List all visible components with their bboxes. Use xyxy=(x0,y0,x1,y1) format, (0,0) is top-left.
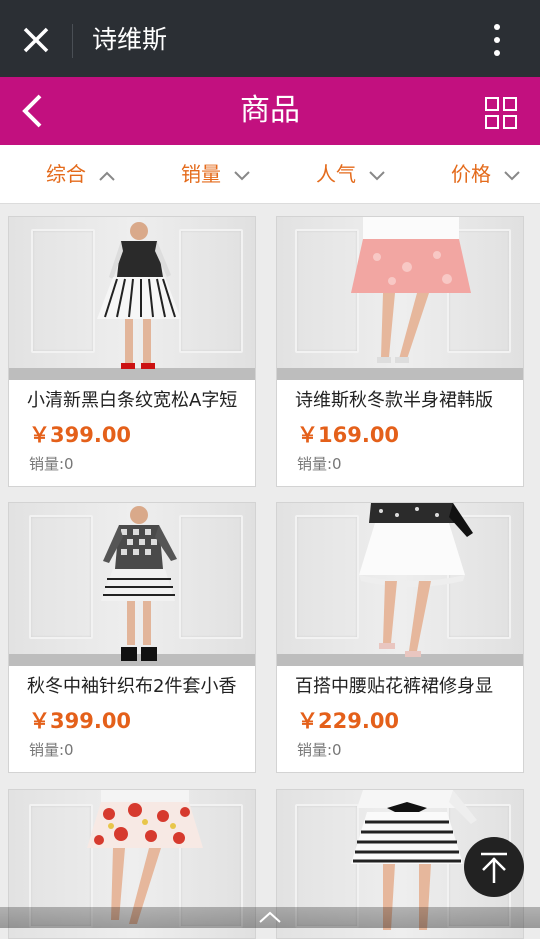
product-name[interactable]: 百搭中腰贴花裤裙修身显 xyxy=(295,673,517,701)
dress-photo xyxy=(101,506,177,661)
sort-tab-sales[interactable]: 销量 xyxy=(181,145,251,203)
product-name[interactable]: 小清新黑白条纹宽松A字短 xyxy=(27,387,249,415)
product-image[interactable] xyxy=(9,217,255,380)
sort-tab-popularity[interactable]: 人气 xyxy=(316,145,386,203)
skirt-photo xyxy=(359,503,473,657)
sort-tab-comprehensive[interactable]: 综合 xyxy=(46,145,116,203)
sort-tab-label: 价格 xyxy=(451,162,491,186)
back-arrow-icon[interactable] xyxy=(18,93,48,129)
close-icon[interactable] xyxy=(18,22,54,58)
product-name[interactable]: 诗维斯秋冬款半身裙韩版 xyxy=(295,387,517,415)
grid-view-icon[interactable] xyxy=(484,96,518,130)
skirt-photo xyxy=(351,217,471,363)
sort-tab-label: 人气 xyxy=(316,162,356,186)
chevron-up-icon xyxy=(259,911,281,923)
product-price: ￥399.00 xyxy=(29,709,132,733)
bottom-pull-handle[interactable] xyxy=(0,907,540,928)
more-options-icon[interactable] xyxy=(484,22,510,58)
chevron-down-icon xyxy=(369,170,385,180)
page-title: 商品 xyxy=(240,93,300,128)
chevron-up-icon xyxy=(99,171,115,181)
product-price: ￥229.00 xyxy=(297,709,400,733)
sort-bar: 综合 销量 人气 价格 xyxy=(0,145,540,204)
chevron-down-icon xyxy=(234,170,250,180)
product-sales: 销量:0 xyxy=(29,455,74,473)
product-sales: 销量:0 xyxy=(297,455,342,473)
app-top-bar: 诗维斯 xyxy=(0,0,540,77)
divider xyxy=(72,24,73,58)
page-header: 商品 xyxy=(0,77,540,145)
sort-tab-price[interactable]: 价格 xyxy=(451,145,521,203)
product-card[interactable]: 百搭中腰贴花裤裙修身显 ￥229.00 销量:0 xyxy=(276,502,524,773)
product-card[interactable]: 秋冬中袖针织布2件套小香 ￥399.00 销量:0 xyxy=(8,502,256,773)
product-name[interactable]: 秋冬中袖针织布2件套小香 xyxy=(27,673,249,701)
dress-photo xyxy=(97,222,181,369)
product-image[interactable] xyxy=(277,503,523,666)
product-sales: 销量:0 xyxy=(29,741,74,759)
arrow-up-icon xyxy=(481,852,507,883)
product-image[interactable] xyxy=(9,503,255,666)
product-card[interactable]: 诗维斯秋冬款半身裙韩版 ￥169.00 销量:0 xyxy=(276,216,524,487)
product-price: ￥399.00 xyxy=(29,423,132,447)
product-price: ￥169.00 xyxy=(297,423,400,447)
sort-tab-label: 综合 xyxy=(46,162,86,186)
product-card[interactable]: 小清新黑白条纹宽松A字短 ￥399.00 销量:0 xyxy=(8,216,256,487)
sort-tab-label: 销量 xyxy=(181,162,221,186)
product-sales: 销量:0 xyxy=(297,741,342,759)
product-image[interactable] xyxy=(277,217,523,380)
chevron-down-icon xyxy=(504,170,520,180)
window-title: 诗维斯 xyxy=(92,25,168,54)
back-to-top-button[interactable] xyxy=(464,837,524,897)
